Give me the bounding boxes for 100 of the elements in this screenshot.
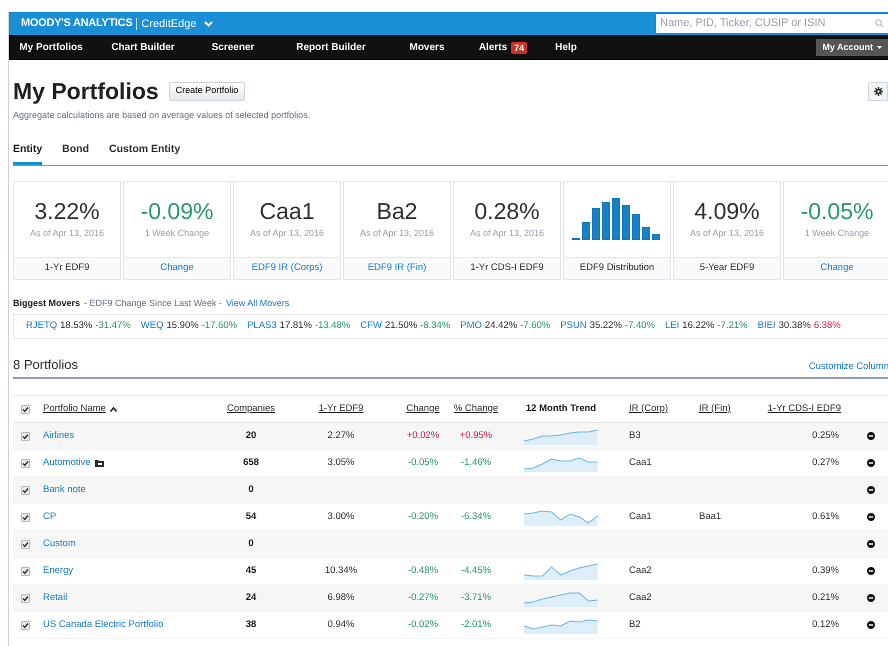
ir-corp-value: B2	[629, 618, 641, 632]
create-portfolio-button[interactable]: Create Portfolio	[168, 82, 246, 100]
nav-item[interactable]: Chart Builder	[93, 35, 193, 60]
nav-item[interactable]: Report Builder	[273, 35, 389, 60]
remove-icon[interactable]	[867, 432, 875, 440]
mover-change: -7.60%	[520, 319, 550, 334]
checkbox[interactable]	[20, 486, 30, 494]
checkbox[interactable]	[20, 620, 30, 630]
column-header[interactable]: % Change	[454, 402, 498, 416]
tab[interactable]: Custom Entity	[109, 138, 180, 164]
remove-icon[interactable]	[867, 567, 875, 575]
portfolio-link[interactable]: US Canada Electric Portfolio	[43, 618, 164, 632]
tab[interactable]: Bond	[62, 138, 89, 164]
portfolio-link[interactable]: Energy	[43, 564, 74, 578]
change-value: -0.20%	[408, 510, 438, 524]
tab[interactable]: Entity	[13, 138, 42, 164]
column-header[interactable]: Portfolio Name	[43, 402, 106, 416]
metric-note: As of Apr 13, 2016	[360, 227, 434, 240]
movers-subtitle: - EDF9 Change Since Last Week -	[84, 296, 222, 310]
checkbox[interactable]	[20, 540, 30, 548]
column-header[interactable]: IR (Fin)	[699, 402, 731, 416]
mover-edf: 18.53%	[60, 319, 92, 334]
ir-corp-value: Caa1	[629, 510, 652, 524]
checkbox[interactable]	[20, 566, 30, 576]
nav-item[interactable]: Help	[541, 35, 591, 60]
chevron-down-icon[interactable]	[204, 20, 214, 26]
ticker-link[interactable]: BIEI	[758, 319, 776, 334]
portfolio-count: 8 Portfolios	[13, 356, 78, 374]
checkbox[interactable]	[20, 594, 30, 602]
ir-corp-value: Caa1	[629, 456, 652, 470]
gear-icon	[874, 86, 882, 96]
mover-change: -17.60%	[202, 319, 238, 334]
ticker-link[interactable]: PMO	[460, 319, 482, 334]
mover-edf: 30.38%	[778, 319, 811, 334]
company-count: 0	[248, 482, 254, 497]
mover-edf: 15.90%	[166, 319, 199, 334]
cds-edf-value: 0.25%	[812, 428, 839, 443]
change-value: -0.48%	[408, 564, 438, 578]
cds-edf-value: 0.39%	[812, 564, 839, 578]
ir-fin-value: Baa1	[699, 510, 722, 524]
metric-value: 0.28%	[474, 197, 540, 226]
edf-value: 6.98%	[328, 590, 354, 605]
movers-title: Biggest Movers	[13, 296, 80, 310]
company-count: 54	[246, 510, 256, 524]
checkbox[interactable]	[20, 512, 30, 522]
company-count: 20	[246, 428, 256, 443]
percent-change-value: -1.46%	[460, 456, 492, 470]
remove-icon[interactable]	[867, 621, 875, 629]
nav-item[interactable]: My Portfolios	[9, 35, 93, 60]
portfolio-link[interactable]: Bank note	[43, 482, 86, 498]
customize-columns-link[interactable]: Customize Column	[808, 360, 888, 374]
column-header[interactable]: 1-Yr EDF9	[318, 402, 364, 416]
checkbox[interactable]	[20, 458, 30, 468]
metric-value: 3.22%	[34, 197, 100, 226]
brand-logo: MOODY'S ANALYTICS	[21, 16, 132, 32]
view-all-movers-link[interactable]: View All Movers	[226, 296, 290, 310]
portfolio-link[interactable]: Automotive	[43, 456, 91, 470]
mover-change: -8.34%	[420, 319, 450, 334]
ticker-link[interactable]: WEQ	[140, 319, 164, 334]
mover-edf: 17.81%	[280, 319, 312, 334]
ticker-link[interactable]: LEI	[665, 319, 680, 334]
nav-item[interactable]: Movers	[389, 35, 465, 60]
company-count: 38	[246, 618, 256, 632]
page-title: My Portfolios	[13, 76, 159, 106]
portfolio-link[interactable]: Custom	[43, 536, 76, 552]
column-header[interactable]: Change	[406, 402, 440, 416]
percent-change-value: -3.71%	[460, 590, 492, 605]
checkbox[interactable]	[20, 432, 30, 440]
column-header[interactable]: 1-Yr CDS-I EDF9	[768, 402, 841, 416]
remove-icon[interactable]	[867, 540, 875, 548]
ticker-link[interactable]: RJETQ	[26, 319, 58, 334]
remove-icon[interactable]	[867, 486, 875, 494]
cds-edf-value: 0.21%	[812, 590, 839, 605]
edf-value: 2.27%	[328, 428, 354, 443]
ticker-link[interactable]: CFW	[360, 319, 382, 334]
ticker-link[interactable]: PLAS3	[247, 319, 277, 334]
ticker-link[interactable]: PSUN	[560, 319, 587, 334]
column-header[interactable]: Companies	[226, 402, 276, 416]
mover-edf: 24.42%	[484, 319, 518, 334]
account-button[interactable]: My Account	[816, 39, 888, 56]
search-field[interactable]: Name, PID, Ticker, CUSIP or ISIN	[656, 14, 888, 33]
alert-count-badge: 74	[511, 42, 528, 54]
change-value: -0.27%	[408, 590, 438, 605]
cds-edf-value: 0.61%	[812, 510, 839, 524]
settings-button[interactable]	[868, 82, 888, 100]
remove-icon[interactable]	[867, 594, 875, 602]
column-header[interactable]: IR (Corp)	[629, 402, 668, 416]
edf-value: 3.00%	[328, 510, 354, 524]
remove-icon[interactable]	[867, 459, 875, 467]
metric-label: 1-Yr CDS-I EDF9	[470, 260, 544, 275]
nav-item[interactable]: Alerts 74	[465, 35, 541, 60]
checkbox[interactable]	[20, 404, 30, 414]
portfolio-link[interactable]: CP	[43, 510, 56, 524]
remove-icon[interactable]	[867, 513, 875, 521]
mover-change: -7.40%	[624, 319, 656, 334]
percent-change-value: +0.95%	[460, 428, 492, 443]
portfolio-link[interactable]: Airlines	[43, 428, 74, 444]
portfolio-link[interactable]: Retail	[43, 590, 68, 606]
change-value: -0.05%	[408, 456, 438, 470]
nav-item[interactable]: Screener	[193, 35, 273, 60]
